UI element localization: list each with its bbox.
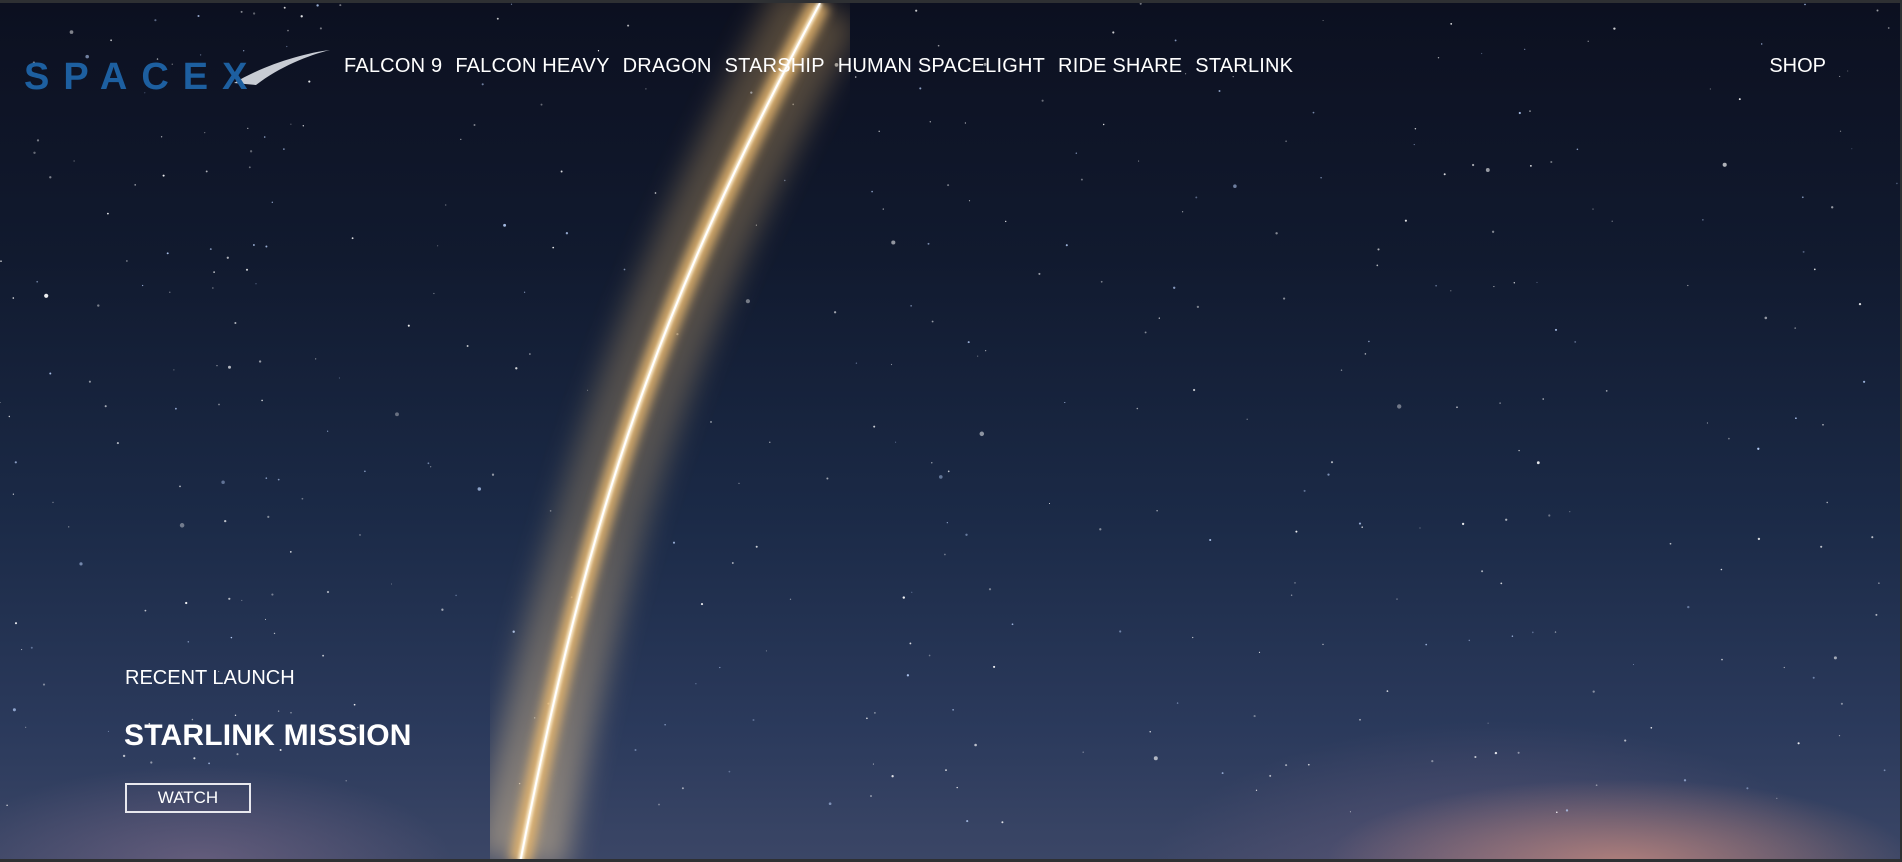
- nav-item-starship[interactable]: STARSHIP: [725, 55, 825, 78]
- nav-item-human-spaceflight[interactable]: HUMAN SPACELIGHT: [838, 55, 1045, 78]
- watch-button[interactable]: WATCH: [125, 783, 251, 813]
- nav-item-starlink[interactable]: STARLINK: [1195, 55, 1293, 78]
- spacex-logo[interactable]: SPACEX: [24, 47, 332, 93]
- hero-title: STARLINK MISSION: [124, 719, 412, 752]
- nav-item-falcon-heavy[interactable]: FALCON HEAVY: [455, 55, 609, 78]
- main-nav: FALCON 9 FALCON HEAVY DRAGON STARSHIP HU…: [344, 55, 1306, 78]
- nav-item-dragon[interactable]: DRAGON: [623, 55, 712, 78]
- nav-item-shop[interactable]: SHOP: [1769, 55, 1826, 78]
- logo-wordmark: SPACEX: [24, 56, 261, 93]
- hero-background: SPACEX FALCON 9 FALCON HEAVY DRAGON STAR…: [0, 3, 1900, 859]
- nav-item-falcon-9[interactable]: FALCON 9: [344, 55, 442, 78]
- hero-eyebrow: RECENT LAUNCH: [125, 667, 295, 689]
- nav-item-ride-share[interactable]: RIDE SHARE: [1058, 55, 1182, 78]
